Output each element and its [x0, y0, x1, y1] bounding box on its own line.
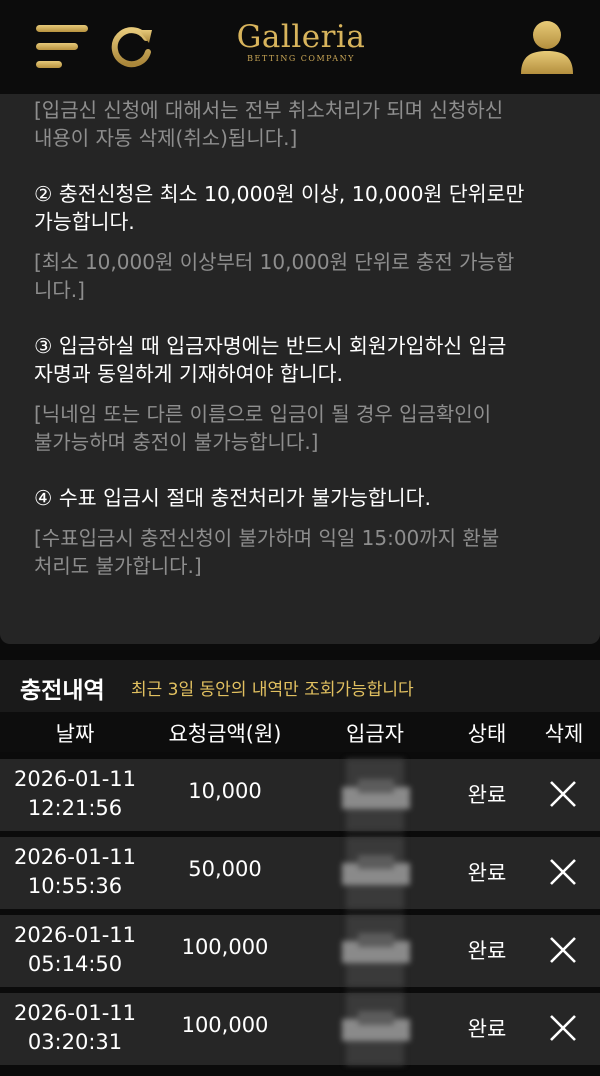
depositor-redacted — [342, 915, 410, 987]
col-depositor: 입금자 — [346, 722, 404, 746]
row-amount: 100,000 — [181, 1013, 269, 1037]
row-datetime: 2026-01-11 05:14:50 — [0, 921, 150, 979]
close-icon[interactable] — [547, 1012, 579, 1044]
depositor-redacted — [342, 993, 410, 1065]
row-status: 완료 — [467, 783, 507, 807]
col-status: 상태 — [467, 722, 507, 746]
history-note: 최근 3일 동안의 내역만 조회가능합니다 — [131, 680, 414, 700]
refresh-icon[interactable] — [108, 22, 156, 70]
rule-2-line-2: 가능합니다. — [34, 210, 135, 234]
row-date: 2026-01-11 — [13, 767, 137, 791]
row-amount: 10,000 — [188, 779, 262, 803]
row-datetime: 2026-01-11 10:55:36 — [0, 843, 150, 901]
row-status: 완료 — [467, 939, 507, 963]
logo-subtitle: BETTING COMPANY — [247, 54, 355, 63]
row-time: 10:55:36 — [27, 874, 123, 898]
close-icon[interactable] — [547, 934, 579, 966]
history-title: 충전내역 — [20, 678, 105, 704]
charge-history-header: 충전내역 최근 3일 동안의 내역만 조회가능합니다 — [0, 660, 600, 712]
brand-logo[interactable]: Galleria BETTING COMPANY — [226, 18, 376, 63]
depositor-redacted — [342, 837, 410, 909]
user-icon[interactable] — [518, 20, 576, 76]
col-amount: 요청금액(원) — [168, 722, 282, 746]
col-date: 날짜 — [55, 722, 95, 746]
rule-3-hint-2: 불가능하며 충전이 불가능합니다.] — [34, 430, 319, 454]
table-row: 2026-01-11 10:55:36 50,000 완료 — [0, 837, 600, 909]
row-date: 2026-01-11 — [13, 1001, 137, 1025]
row-amount: 50,000 — [188, 857, 262, 881]
rule-2-hint-2: 니다.] — [34, 278, 85, 302]
row-datetime: 2026-01-11 03:20:31 — [0, 999, 150, 1057]
table-row: 2026-01-11 12:21:56 10,000 완료 — [0, 759, 600, 831]
row-date: 2026-01-11 — [13, 845, 137, 869]
col-delete: 삭제 — [544, 722, 584, 746]
hamburger-icon[interactable] — [36, 25, 88, 69]
close-icon[interactable] — [547, 778, 579, 810]
history-table-header: 날짜 요청금액(원) 입금자 상태 삭제 — [0, 712, 600, 752]
charge-notice-panel: [입금신 신청에 대해서는 전부 취소처리가 되며 신청하신 내용이 자동 삭제… — [0, 94, 600, 644]
logo-title: Galleria — [236, 19, 366, 55]
rule-3-line-2: 자명과 동일하게 기재하여야 합니다. — [34, 362, 343, 386]
rule-4-line-1: ④ 수표 입금시 절대 충전처리가 불가능합니다. — [34, 486, 431, 510]
table-row: 2026-01-11 05:14:50 100,000 완료 — [0, 915, 600, 987]
table-row: 2026-01-11 03:20:31 100,000 완료 — [0, 993, 600, 1065]
row-time: 03:20:31 — [27, 1030, 123, 1054]
row-status: 완료 — [467, 861, 507, 885]
row-time: 05:14:50 — [27, 952, 123, 976]
row-date: 2026-01-11 — [13, 923, 137, 947]
rule-4-hint-2: 처리도 불가합니다.] — [34, 554, 202, 578]
row-datetime: 2026-01-11 12:21:56 — [0, 765, 150, 823]
row-amount: 100,000 — [181, 935, 269, 959]
row-time: 12:21:56 — [27, 796, 123, 820]
depositor-redacted — [342, 759, 410, 831]
notice-cut-line-2: 내용이 자동 삭제(취소)됩니다.] — [34, 126, 298, 150]
close-icon[interactable] — [547, 856, 579, 888]
row-status: 완료 — [467, 1017, 507, 1041]
top-header: Galleria BETTING COMPANY — [0, 0, 600, 94]
